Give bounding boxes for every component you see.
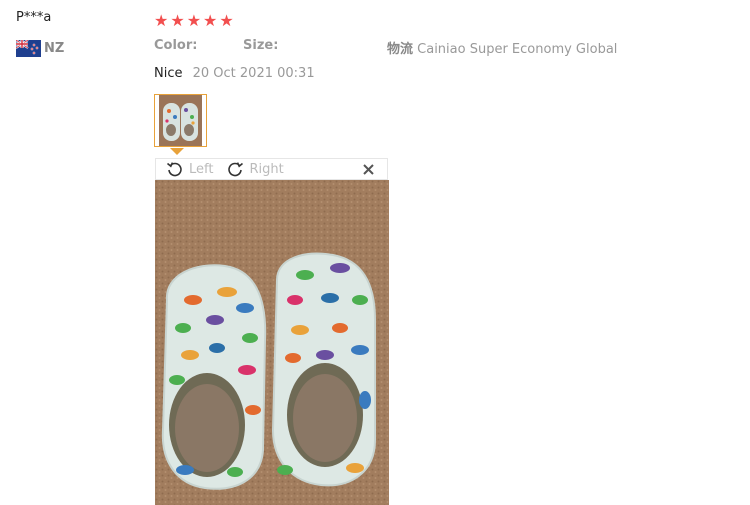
color-label: Color: (154, 38, 198, 53)
star-icon: ★ (154, 11, 169, 30)
reviewer-name: P***a (16, 10, 52, 25)
review-date: 20 Oct 2021 00:31 (192, 66, 315, 81)
review-photo-large (155, 180, 389, 505)
review-text: Nice (154, 66, 183, 81)
rotate-left-label: Left (189, 161, 214, 177)
review-attributes: Color: Size: 物流 Cainiao Super Economy Gl… (154, 38, 674, 58)
rotate-left-icon (166, 162, 182, 177)
review-photo-thumbnail[interactable] (154, 94, 207, 147)
rotate-right-label: Right (249, 161, 284, 177)
thumbnail-pointer (170, 148, 184, 155)
shoes-photo-image (155, 180, 389, 505)
star-rating: ★ ★ ★ ★ ★ (154, 12, 234, 30)
country-code: NZ (44, 41, 65, 56)
shoes-thumbnail-image (159, 95, 202, 146)
star-icon: ★ (186, 11, 202, 30)
star-icon: ★ (170, 11, 185, 30)
size-label: Size: (243, 38, 279, 53)
reviewer-country: NZ (16, 40, 64, 57)
rotate-right-button[interactable]: Right (226, 160, 284, 178)
close-viewer-button[interactable] (361, 159, 375, 179)
star-icon: ★ (203, 11, 218, 30)
rotate-right-icon (228, 162, 244, 177)
rotate-left-button[interactable]: Left (166, 160, 213, 178)
review-content: Nice 20 Oct 2021 00:31 (154, 66, 315, 81)
star-icon: ★ (219, 11, 234, 30)
photo-viewer-toolbar: Left Right (155, 158, 388, 180)
nz-flag-icon (16, 40, 41, 57)
logistics-value: Cainiao Super Economy Global (417, 42, 618, 57)
logistics-label: 物流 (387, 42, 414, 57)
close-icon (362, 163, 374, 175)
logistics-info: 物流 Cainiao Super Economy Global (387, 38, 617, 57)
